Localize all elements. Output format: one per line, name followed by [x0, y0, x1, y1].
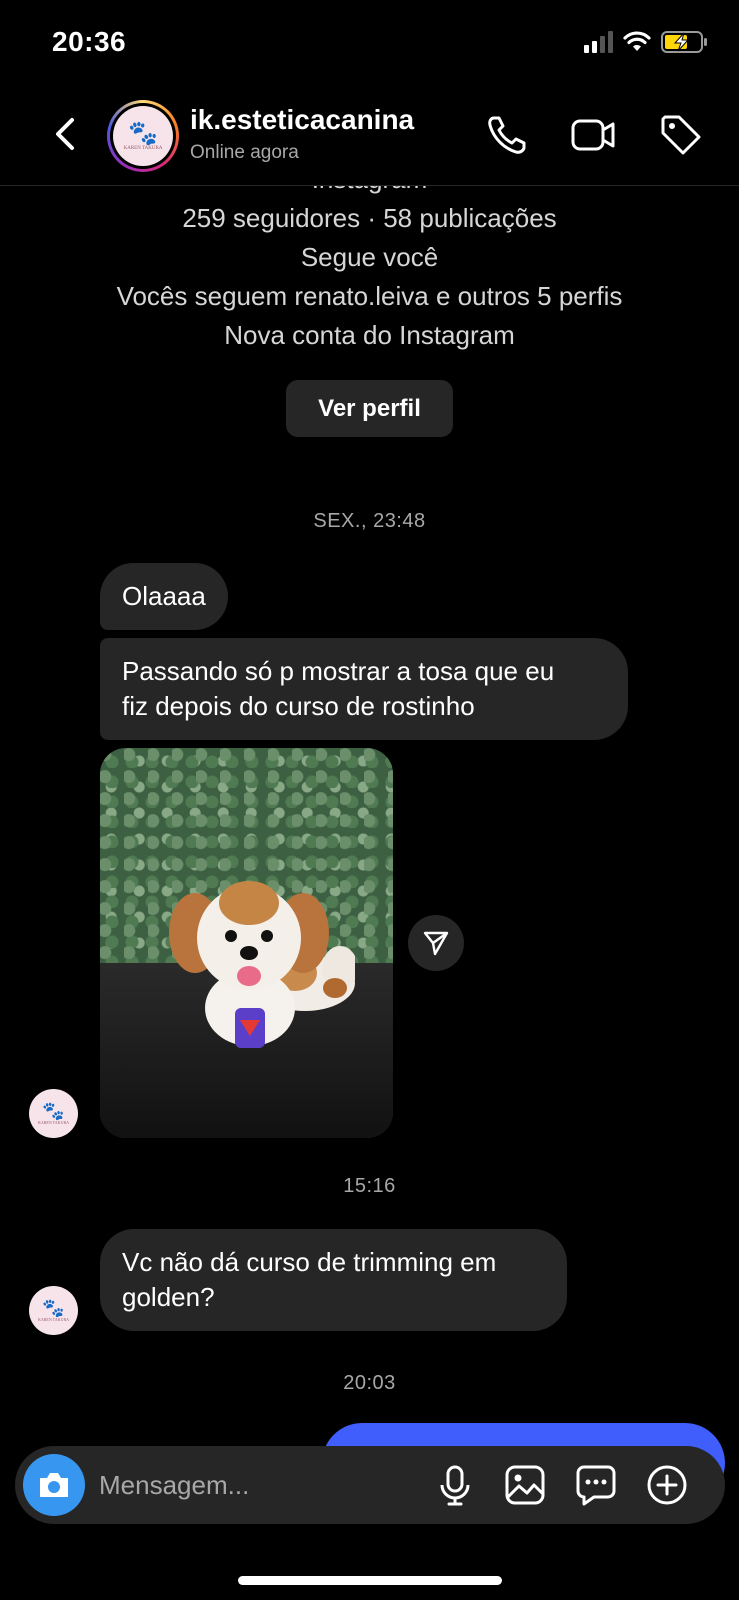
status-icons	[584, 30, 709, 54]
message-composer	[15, 1446, 725, 1524]
signal-icon	[584, 31, 613, 53]
message-bubble-received[interactable]: Vc não dá curso de trimming em golden?	[100, 1229, 567, 1331]
chevron-left-icon[interactable]	[46, 112, 86, 156]
video-icon[interactable]	[570, 112, 616, 158]
avatar-brand: KAREN TAKURA	[123, 145, 163, 151]
paw-logo-icon: 🐾	[42, 1101, 65, 1121]
dog-photo-icon	[169, 881, 355, 1048]
send-icon	[423, 931, 449, 956]
tag-icon[interactable]	[658, 112, 704, 158]
avatar[interactable]: 🐾 KAREN TAKURA	[107, 100, 179, 172]
paw-logo-icon: 🐾	[42, 1298, 65, 1318]
share-button[interactable]	[408, 915, 464, 971]
sender-avatar[interactable]: 🐾 KAREN TAKURA	[29, 1286, 78, 1335]
gallery-icon[interactable]	[503, 1463, 547, 1507]
sticker-icon[interactable]	[574, 1463, 618, 1507]
camera-button[interactable]	[23, 1454, 85, 1516]
message-text: Passando só p mostrar a tosa que eu	[122, 656, 555, 686]
phone-icon[interactable]	[484, 112, 530, 158]
battery-charging-icon	[661, 31, 707, 53]
camera-icon	[40, 1473, 68, 1497]
photo-message[interactable]	[100, 748, 393, 1138]
sender-avatar[interactable]: 🐾 KAREN TAKURA	[29, 1089, 78, 1138]
avatar-brand: KAREN TAKURA	[37, 1120, 70, 1125]
home-indicator[interactable]	[238, 1576, 502, 1585]
mutual-followers: Vocês seguem renato.leiva e outros 5 per…	[116, 281, 623, 311]
message-timestamp: 20:03	[343, 1372, 396, 1394]
message-input[interactable]	[99, 1460, 409, 1510]
paw-logo-icon: 🐾	[128, 119, 158, 147]
status-time: 20:36	[52, 26, 127, 57]
message-text: Vc não dá curso de trimming em	[122, 1247, 497, 1277]
microphone-icon[interactable]	[433, 1463, 477, 1507]
chat-username[interactable]: ik.esteticacanina	[190, 104, 414, 136]
view-profile-button[interactable]: Ver perfil	[286, 380, 453, 437]
profile-info: Instagram 259 seguidores · 58 publicaçõe…	[0, 160, 739, 355]
message-text: fiz depois do curso de rostinho	[122, 691, 475, 721]
profile-stats: 259 seguidores · 58 publicações	[182, 203, 557, 233]
message-bubble-received[interactable]: Passando só p mostrar a tosa que eu fiz …	[100, 638, 628, 740]
chat-header: 🐾 KAREN TAKURA ik.esteticacanina Online …	[0, 90, 739, 186]
online-status: Online agora	[190, 142, 299, 163]
message-text: golden?	[122, 1282, 215, 1312]
status-bar: 20:36	[0, 0, 739, 90]
message-bubble-received[interactable]: Olaaaa	[100, 563, 228, 630]
message-timestamp: SEX., 23:48	[313, 510, 426, 532]
message-timestamp: 15:16	[343, 1175, 396, 1197]
follows-you-label: Segue você	[300, 242, 439, 272]
plus-icon[interactable]	[645, 1463, 689, 1507]
avatar-brand: KAREN TAKURA	[37, 1317, 70, 1322]
new-account-label: Nova conta do Instagram	[224, 320, 515, 350]
wifi-icon	[623, 31, 651, 51]
